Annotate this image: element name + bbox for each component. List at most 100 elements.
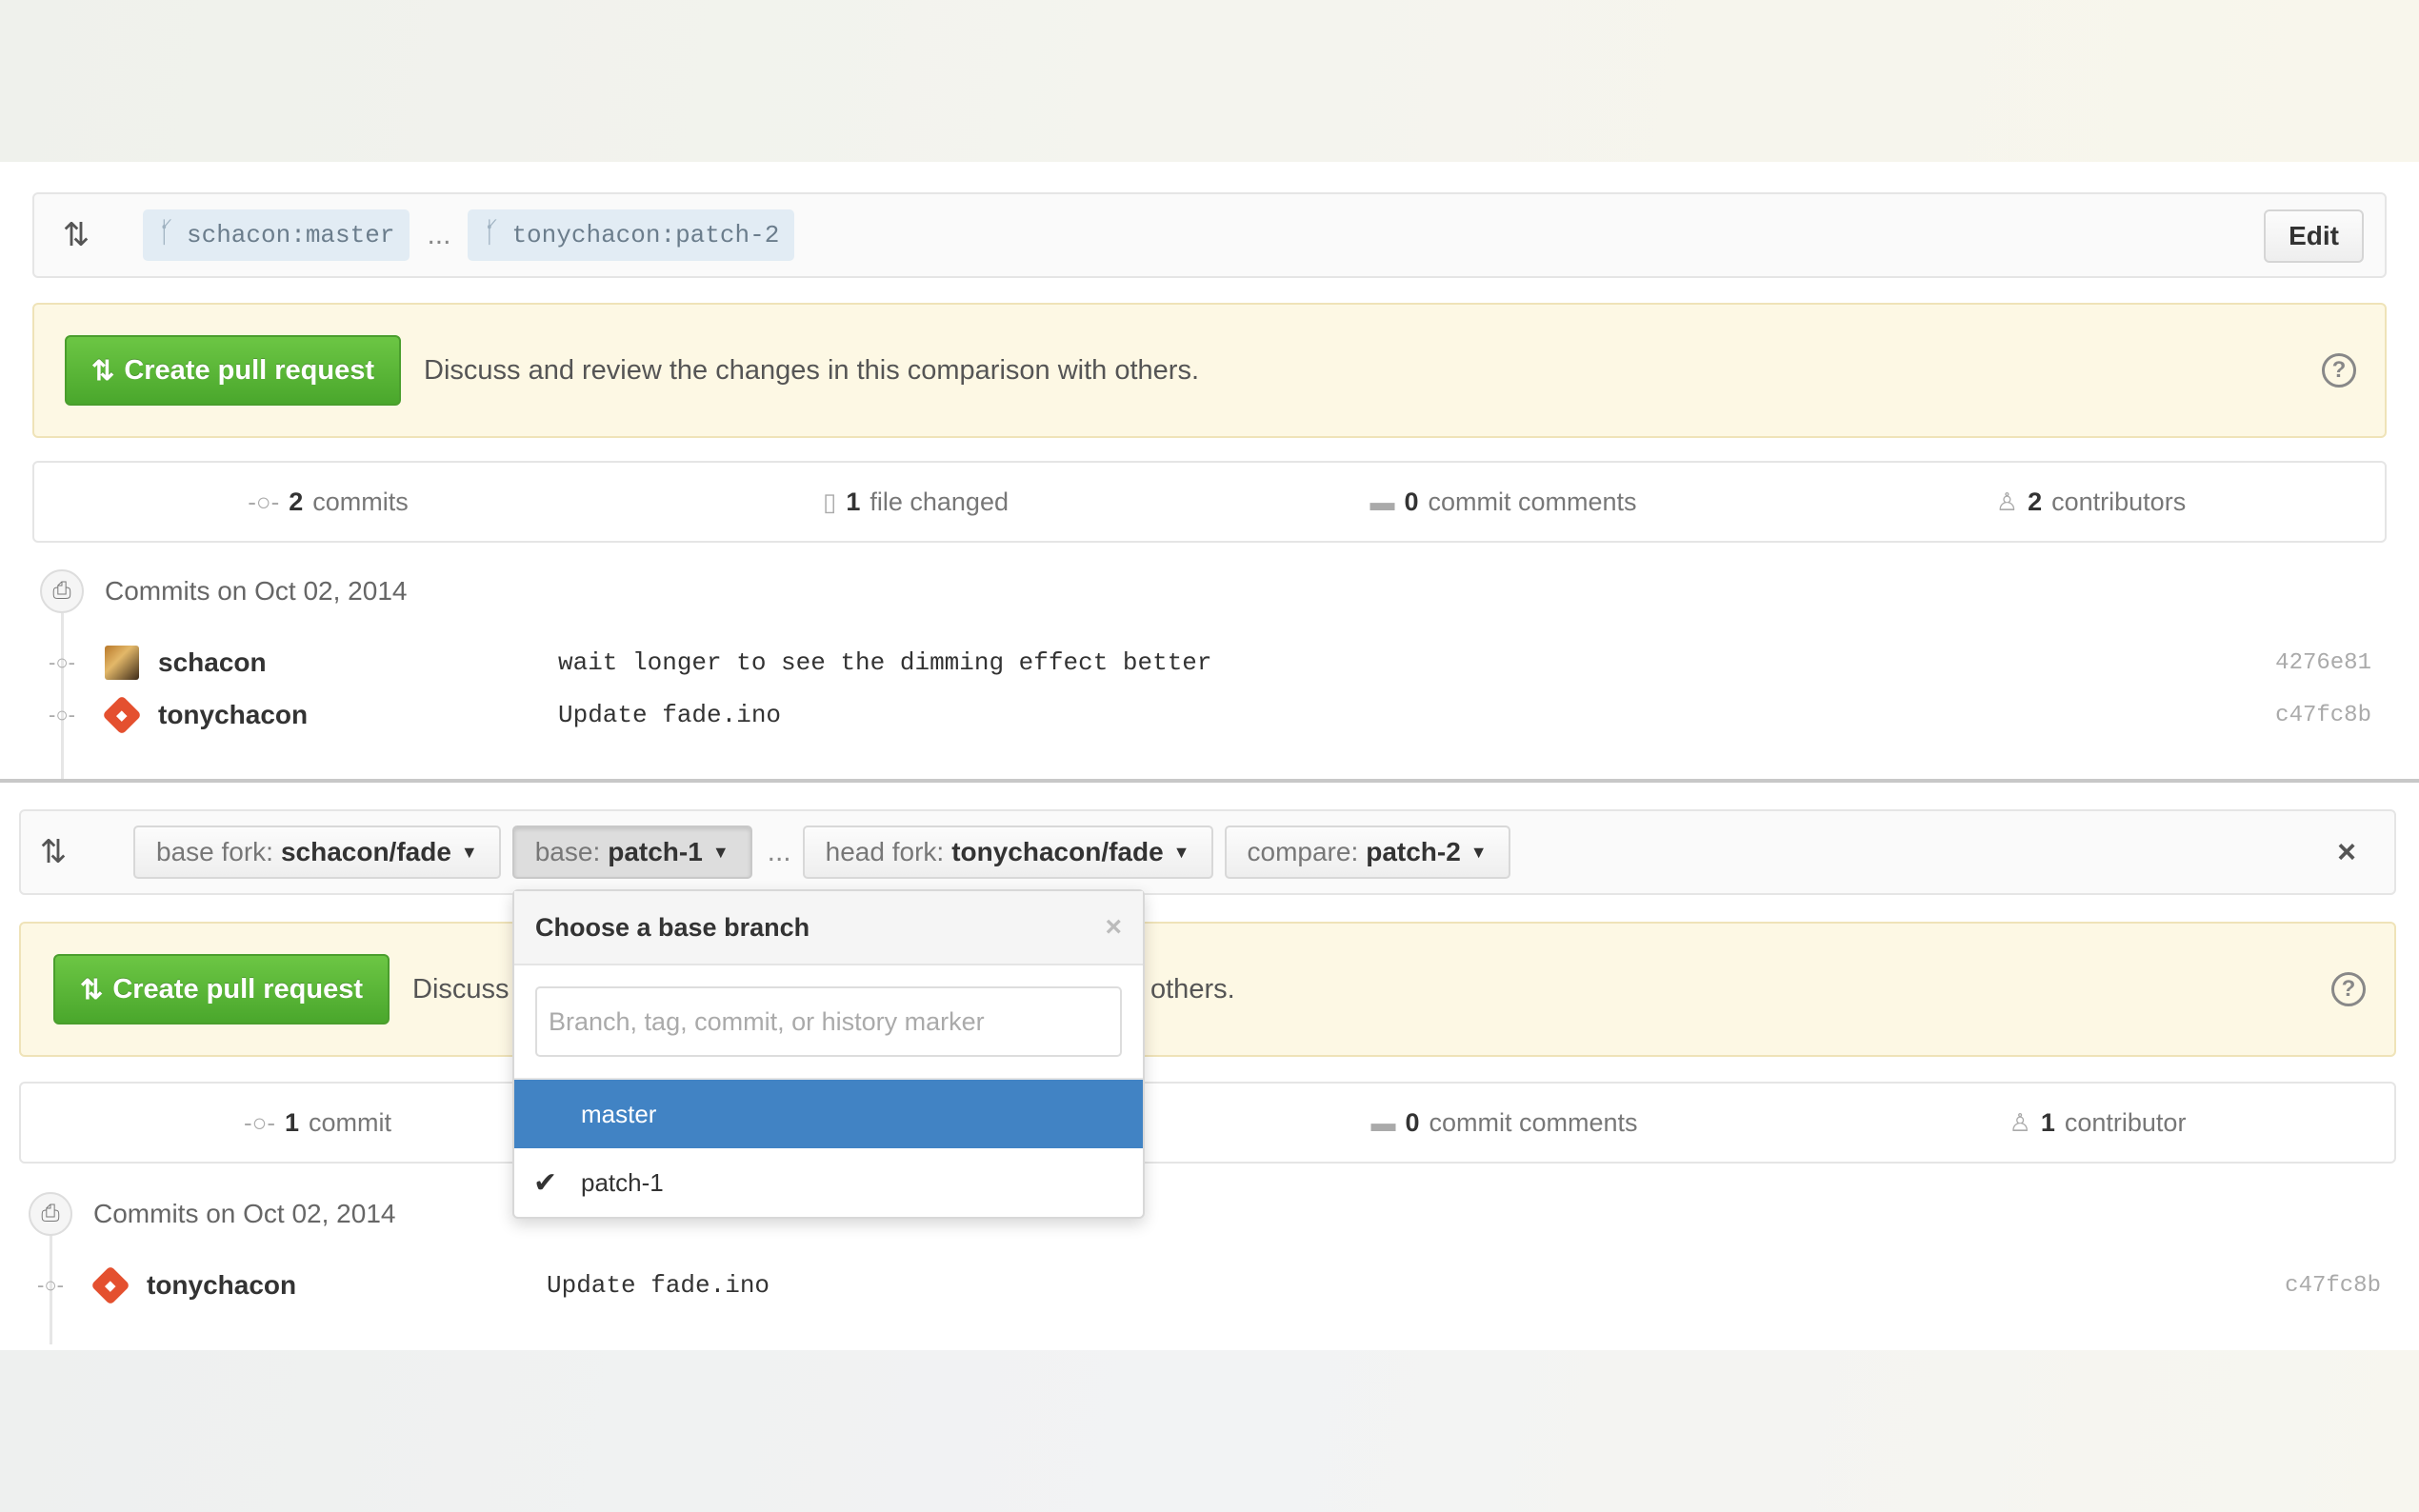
help-icon[interactable]: ? xyxy=(2331,972,2366,1006)
commit-sha[interactable]: c47fc8b xyxy=(2285,1273,2381,1299)
avatar[interactable]: ◆ xyxy=(102,695,142,735)
base-branch-label: schacon:master xyxy=(187,221,395,249)
commit-dot-icon: -○- xyxy=(49,650,75,674)
base-branch-selector[interactable]: base: patch-1 ▼ xyxy=(511,826,752,879)
compare-branch-selector[interactable]: compare: patch-2 ▼ xyxy=(1224,826,1510,879)
caret-down-icon: ▼ xyxy=(1469,842,1488,862)
commit-author[interactable]: tonychacon xyxy=(158,700,558,730)
branch-filter-input[interactable] xyxy=(535,986,1122,1057)
summary-commits[interactable]: -○- 2 commits xyxy=(34,487,622,517)
base-fork-prefix: base fork: xyxy=(156,837,273,866)
flash-message-end: others. xyxy=(1150,973,1235,1005)
files-label: file changed xyxy=(870,487,1009,516)
head-fork-value: tonychacon/fade xyxy=(951,837,1164,866)
organization-icon: ♙ xyxy=(2009,1107,2031,1137)
close-icon[interactable]: × xyxy=(1105,911,1122,944)
flash-message: Discuss and review the changes in this c… xyxy=(424,354,1199,386)
caret-down-icon: ▼ xyxy=(1172,842,1190,862)
summary-files[interactable]: ▯ 1 file changed xyxy=(622,487,1210,517)
contributors-count: 1 xyxy=(2040,1107,2055,1137)
compare-value: patch-2 xyxy=(1366,837,1461,866)
commit-message[interactable]: Update fade.ino xyxy=(558,701,781,729)
branch-option-label: patch-1 xyxy=(581,1167,664,1197)
range-editor-b: ⇅ base fork: schacon/fade ▼ base: patch-… xyxy=(19,809,2396,895)
comments-count: 0 xyxy=(1404,487,1419,516)
dropdown-filter xyxy=(514,965,1143,1080)
pull-request-icon: ⇅ xyxy=(80,974,104,1005)
avatar[interactable] xyxy=(105,646,139,680)
numbers-summary-b: -○- 1 commit ▬ 0 commit comments ♙ 1 con… xyxy=(19,1082,2396,1164)
close-icon[interactable]: × xyxy=(2337,834,2356,871)
commit-sha[interactable]: 4276e81 xyxy=(2275,650,2371,676)
commit-row: -○- ◆ tonychacon Update fade.ino c47fc8b xyxy=(36,1265,2381,1305)
compare-flash-b: ⇅ Create pull request Discuss others. ? xyxy=(19,922,2396,1057)
commit-row: -○- schacon wait longer to see the dimmi… xyxy=(48,644,2371,682)
base-fork-value: schacon/fade xyxy=(280,837,451,866)
commit-group-header: ⎙ Commits on Oct 02, 2014 xyxy=(40,569,407,613)
check-icon: ✔ xyxy=(533,1166,558,1199)
commit-message[interactable]: Update fade.ino xyxy=(547,1271,770,1300)
range-ellipsis: ... xyxy=(427,219,451,250)
summary-contributors[interactable]: ♙ 1 contributor xyxy=(1801,1108,2394,1138)
branch-option-master[interactable]: master xyxy=(514,1080,1143,1148)
help-icon[interactable]: ? xyxy=(2322,353,2356,388)
branch-icon: ᚶ xyxy=(483,219,501,251)
compare-icon: ⇅ xyxy=(39,834,68,870)
base-prefix: base: xyxy=(534,837,601,866)
commit-group-header: ⎙ Commits on Oct 02, 2014 xyxy=(29,1192,395,1236)
branch-icon: ᚶ xyxy=(158,219,175,251)
commit-message[interactable]: wait longer to see the dimming effect be… xyxy=(558,648,1212,677)
range-editor-a: ⇅ ᚶ schacon:master ... ᚶ tonychacon:patc… xyxy=(32,192,2387,278)
create-pr-label: Create pull request xyxy=(112,973,363,1005)
head-fork-prefix: head fork: xyxy=(825,837,945,866)
caret-down-icon: ▼ xyxy=(460,842,478,862)
dropdown-title: Choose a base branch xyxy=(535,912,810,942)
commit-icon: -○- xyxy=(248,487,280,516)
head-fork-selector[interactable]: head fork: tonychacon/fade ▼ xyxy=(802,826,1213,879)
commits-label: commit xyxy=(309,1107,392,1137)
commit-sha[interactable]: c47fc8b xyxy=(2275,703,2371,728)
organization-icon: ♙ xyxy=(1995,487,2019,516)
comment-icon: ▬ xyxy=(1369,487,1395,516)
base-value: patch-1 xyxy=(608,837,703,866)
branch-option-patch-1[interactable]: ✔ patch-1 xyxy=(514,1148,1143,1217)
head-branch-tag: ᚶ tonychacon:patch-2 xyxy=(468,209,795,261)
numbers-summary-a: -○- 2 commits ▯ 1 file changed ▬ 0 commi… xyxy=(32,461,2387,543)
create-pr-label: Create pull request xyxy=(124,354,374,386)
edit-button[interactable]: Edit xyxy=(2264,209,2364,263)
create-pull-request-button[interactable]: ⇅ Create pull request xyxy=(65,335,401,406)
commit-row: -○- ◆ tonychacon Update fade.ino c47fc8b xyxy=(48,695,2371,735)
contributors-label: contributors xyxy=(2051,487,2187,516)
flash-message-start: Discuss xyxy=(412,973,510,1005)
summary-comments[interactable]: ▬ 0 commit comments xyxy=(1210,487,1797,517)
head-branch-label: tonychacon:patch-2 xyxy=(511,221,780,249)
summary-comments[interactable]: ▬ 0 commit comments xyxy=(1208,1108,1801,1138)
compare-flash-a: ⇅ Create pull request Discuss and review… xyxy=(32,303,2387,438)
pull-request-icon: ⇅ xyxy=(91,355,115,387)
dropdown-header: Choose a base branch × xyxy=(514,891,1143,965)
git-logo-icon: ◆ xyxy=(116,706,128,723)
branch-option-label: master xyxy=(581,1099,657,1128)
commit-author[interactable]: tonychacon xyxy=(147,1270,547,1301)
comments-label: commit comments xyxy=(1428,487,1637,516)
commits-label: commits xyxy=(312,487,409,516)
commits-count: 2 xyxy=(289,487,304,516)
summary-contributors[interactable]: ♙ 2 contributors xyxy=(1797,487,2385,517)
avatar[interactable]: ◆ xyxy=(90,1265,130,1305)
create-pull-request-button[interactable]: ⇅ Create pull request xyxy=(53,954,390,1025)
compare-prefix: compare: xyxy=(1247,837,1359,866)
compare-icon: ⇅ xyxy=(62,217,90,253)
base-branch-tag: ᚶ schacon:master xyxy=(143,209,410,261)
commit-group-label: Commits on Oct 02, 2014 xyxy=(105,576,408,606)
commits-count: 1 xyxy=(285,1107,300,1137)
base-branch-dropdown: Choose a base branch × master ✔ patch-1 xyxy=(512,889,1145,1219)
file-diff-icon: ▯ xyxy=(823,487,837,516)
background-top xyxy=(0,0,2419,162)
commit-icon: -○- xyxy=(243,1107,275,1137)
comments-count: 0 xyxy=(1405,1107,1420,1137)
files-count: 1 xyxy=(846,487,861,516)
commit-author[interactable]: schacon xyxy=(158,647,558,678)
base-fork-selector[interactable]: base fork: schacon/fade ▼ xyxy=(133,826,501,879)
git-logo-icon: ◆ xyxy=(105,1277,116,1293)
repo-push-icon: ⎙ xyxy=(29,1192,72,1236)
